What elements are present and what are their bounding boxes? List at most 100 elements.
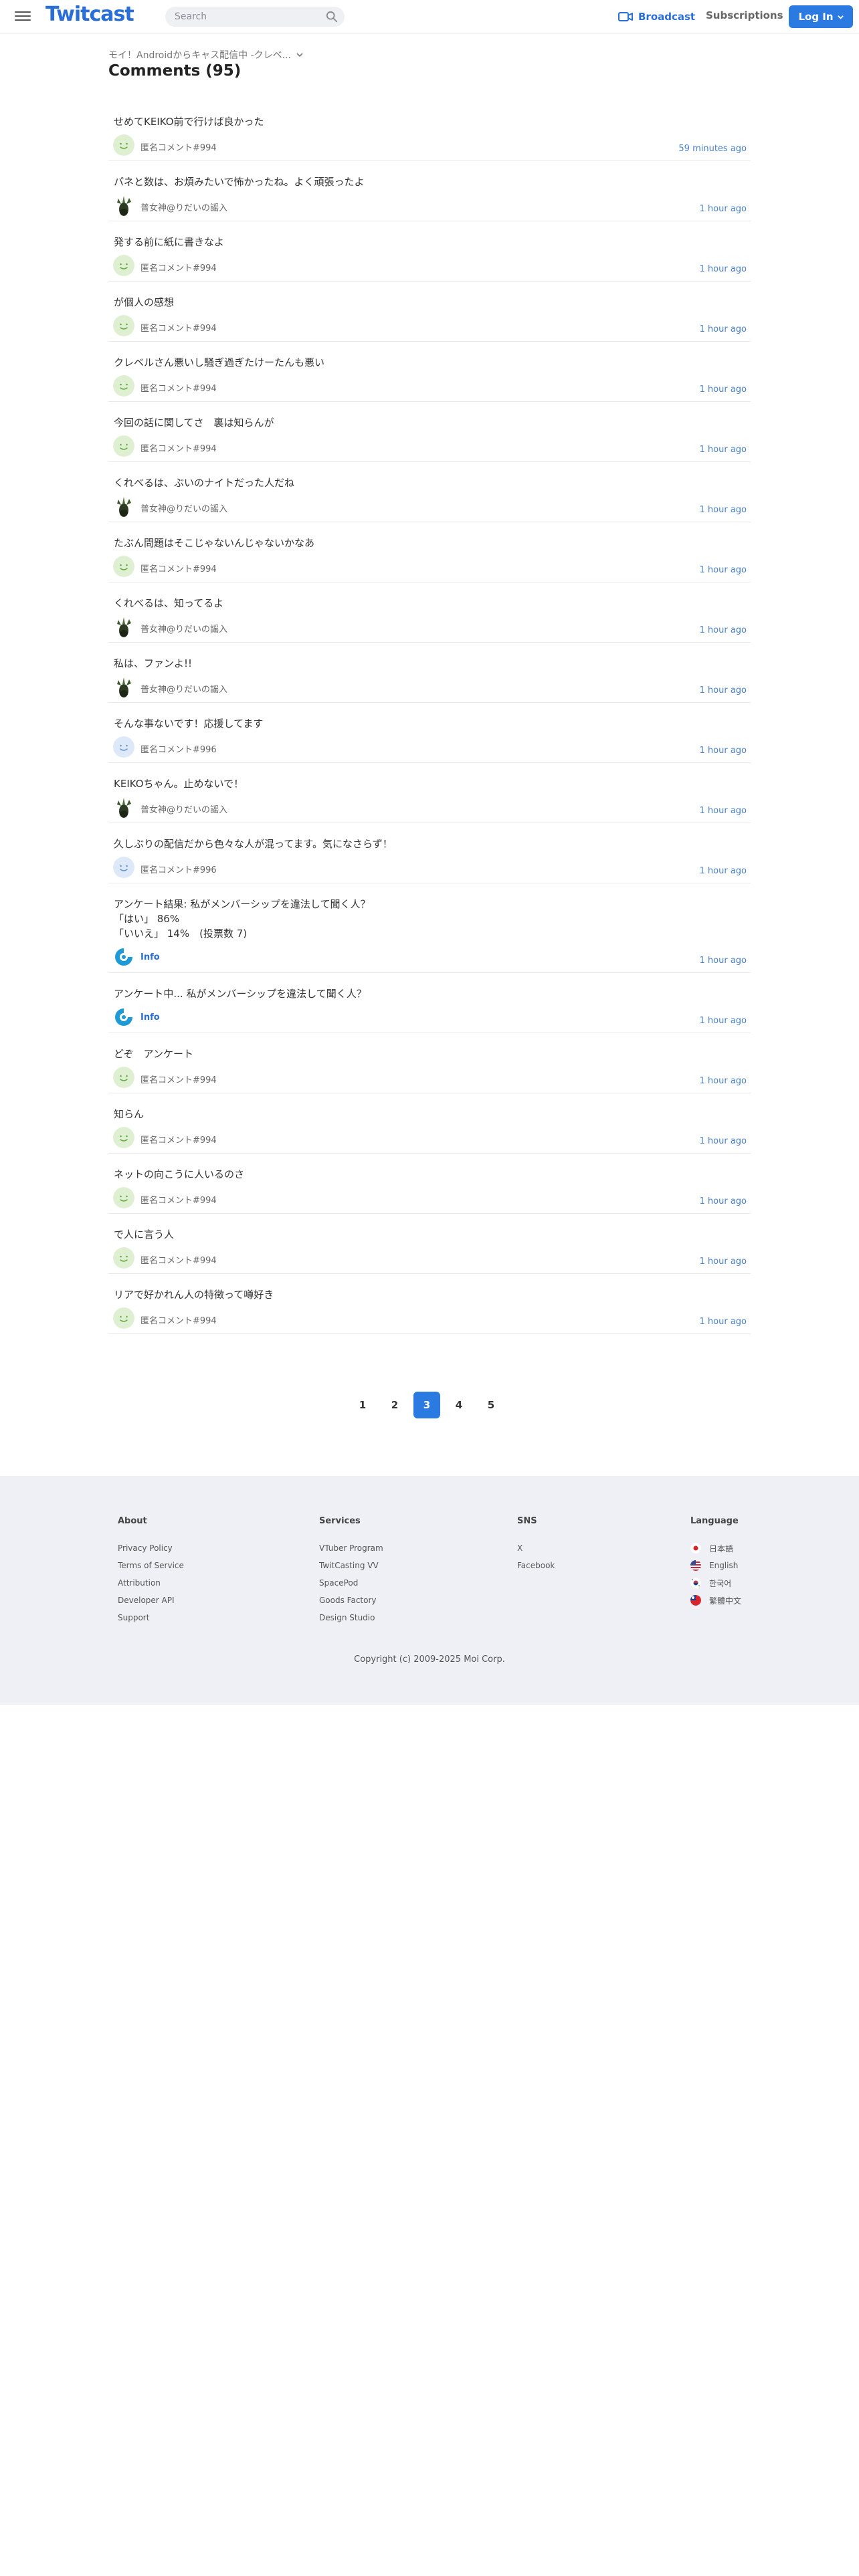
comment-timestamp[interactable]: 1 hour ago: [700, 1016, 747, 1026]
japan-flag-icon: [690, 1543, 701, 1553]
user-avatar[interactable]: [113, 375, 134, 397]
user-avatar[interactable]: [113, 134, 134, 156]
pagination: 12345: [349, 1392, 510, 1418]
footer-link[interactable]: Support: [118, 1613, 184, 1622]
search-icon[interactable]: [326, 11, 338, 23]
comment-username[interactable]: 匿名コメント#994: [140, 381, 217, 394]
comment-timestamp[interactable]: 59 minutes ago: [678, 144, 747, 154]
comment-username[interactable]: 匿名コメント#994: [140, 441, 217, 454]
logo[interactable]: Twitcast: [45, 3, 134, 26]
comment-timestamp[interactable]: 1 hour ago: [700, 1196, 747, 1206]
user-avatar[interactable]: [113, 255, 134, 276]
user-avatar[interactable]: [113, 556, 134, 577]
user-avatar[interactable]: [113, 736, 134, 758]
comment-username[interactable]: 普女神@りだいの謡入: [140, 682, 227, 695]
comment-username[interactable]: 匿名コメント#996: [140, 863, 217, 875]
comment-username[interactable]: 普女神@りだいの謡入: [140, 802, 227, 815]
comment-timestamp[interactable]: 1 hour ago: [700, 806, 747, 816]
user-avatar[interactable]: [113, 1307, 134, 1329]
menu-icon[interactable]: [15, 9, 31, 25]
language-japanese[interactable]: 日本語: [690, 1543, 741, 1553]
page-button[interactable]: 5: [478, 1392, 504, 1418]
comment-timestamp[interactable]: 1 hour ago: [700, 505, 747, 515]
subscriptions-link[interactable]: Subscriptions: [706, 9, 783, 21]
comment-username[interactable]: 匿名コメント#996: [140, 742, 217, 755]
comment-username[interactable]: 普女神@りだいの謡入: [140, 201, 227, 213]
comment-username[interactable]: 普女神@りだいの謡入: [140, 502, 227, 514]
comment-text: が個人の感想: [114, 296, 175, 308]
footer-link[interactable]: VTuber Program: [319, 1543, 383, 1553]
user-avatar[interactable]: [113, 496, 134, 517]
chevron-down-icon: [837, 15, 844, 19]
user-avatar[interactable]: [113, 195, 134, 216]
user-avatar[interactable]: [113, 796, 134, 818]
page-button[interactable]: 4: [446, 1392, 472, 1418]
language-korean[interactable]: 한국어: [690, 1578, 741, 1588]
broadcast-button[interactable]: Broadcast: [618, 9, 695, 24]
login-button[interactable]: Log In: [789, 5, 853, 28]
page-button[interactable]: 2: [381, 1392, 408, 1418]
user-avatar[interactable]: [113, 616, 134, 637]
comment-timestamp[interactable]: 1 hour ago: [700, 866, 747, 876]
footer-link-x[interactable]: X: [517, 1543, 555, 1553]
comment-timestamp[interactable]: 1 hour ago: [700, 746, 747, 756]
footer-link[interactable]: Goods Factory: [319, 1596, 383, 1605]
comment-timestamp[interactable]: 1 hour ago: [700, 1317, 747, 1327]
comment-username[interactable]: 匿名コメント#994: [140, 261, 217, 274]
comment-username[interactable]: Info: [140, 952, 160, 962]
page-button[interactable]: 3: [413, 1392, 440, 1418]
language-english[interactable]: English: [690, 1560, 741, 1571]
footer-link[interactable]: Design Studio: [319, 1613, 383, 1622]
user-avatar[interactable]: [113, 857, 134, 878]
user-avatar[interactable]: [113, 435, 134, 457]
footer-link[interactable]: Attribution: [118, 1578, 184, 1588]
search-box[interactable]: [165, 7, 345, 27]
user-avatar[interactable]: [113, 1067, 134, 1088]
breadcrumb[interactable]: モイ！Androidからキャス配信中 -クレベ...: [108, 48, 303, 62]
user-avatar[interactable]: [113, 1187, 134, 1208]
comment-timestamp[interactable]: 1 hour ago: [700, 204, 747, 214]
footer-link[interactable]: Developer API: [118, 1596, 184, 1605]
user-avatar[interactable]: [113, 315, 134, 336]
comment-timestamp[interactable]: 1 hour ago: [700, 956, 747, 966]
comment-timestamp[interactable]: 1 hour ago: [700, 1136, 747, 1146]
comment-timestamp[interactable]: 1 hour ago: [700, 445, 747, 455]
comment-username[interactable]: 匿名コメント#994: [140, 321, 217, 334]
language-traditional-chinese[interactable]: 繁體中文: [690, 1595, 741, 1606]
chevron-down-icon: [296, 53, 303, 58]
comment-username[interactable]: 匿名コメント#994: [140, 1313, 217, 1326]
comment-timestamp[interactable]: 1 hour ago: [700, 385, 747, 395]
comment-timestamp[interactable]: 1 hour ago: [700, 1257, 747, 1267]
comment-text: どぞ アンケート: [114, 1048, 193, 1060]
comment-username[interactable]: 匿名コメント#994: [140, 562, 217, 574]
footer-link[interactable]: SpacePod: [319, 1578, 383, 1588]
user-avatar[interactable]: [113, 1247, 134, 1269]
korea-flag-icon: [690, 1578, 701, 1588]
user-avatar[interactable]: [113, 676, 134, 697]
footer-link-facebook[interactable]: Facebook: [517, 1561, 555, 1570]
search-input[interactable]: [175, 10, 322, 23]
footer-link[interactable]: TwitCasting VV: [319, 1561, 383, 1570]
info-avatar[interactable]: [113, 1006, 134, 1028]
comment-username[interactable]: 匿名コメント#994: [140, 1133, 217, 1146]
comment-timestamp[interactable]: 1 hour ago: [700, 685, 747, 695]
comment-timestamp[interactable]: 1 hour ago: [700, 1076, 747, 1086]
user-avatar[interactable]: [113, 1127, 134, 1148]
comment-username[interactable]: Info: [140, 1012, 160, 1023]
comment-username[interactable]: 匿名コメント#994: [140, 1073, 217, 1085]
comment-username[interactable]: 匿名コメント#994: [140, 1253, 217, 1266]
taiwan-flag-icon: [690, 1595, 701, 1606]
comment-item: たぶん問題はそこじゃないんじゃないかなあ 匿名コメント#994 1 hour ago: [108, 522, 751, 582]
comment-timestamp[interactable]: 1 hour ago: [700, 324, 747, 334]
comment-timestamp[interactable]: 1 hour ago: [700, 565, 747, 575]
footer-link[interactable]: Terms of Service: [118, 1561, 184, 1570]
info-avatar[interactable]: [113, 946, 134, 968]
comment-username[interactable]: 普女神@りだいの謡入: [140, 622, 227, 635]
comment-username[interactable]: 匿名コメント#994: [140, 140, 217, 153]
comment-timestamp[interactable]: 1 hour ago: [700, 625, 747, 635]
footer-link[interactable]: Privacy Policy: [118, 1543, 184, 1553]
comment-item: 発する前に紙に書きなよ 匿名コメント#994 1 hour ago: [108, 221, 751, 282]
comment-username[interactable]: 匿名コメント#994: [140, 1193, 217, 1206]
comment-timestamp[interactable]: 1 hour ago: [700, 264, 747, 274]
page-button[interactable]: 1: [349, 1392, 376, 1418]
